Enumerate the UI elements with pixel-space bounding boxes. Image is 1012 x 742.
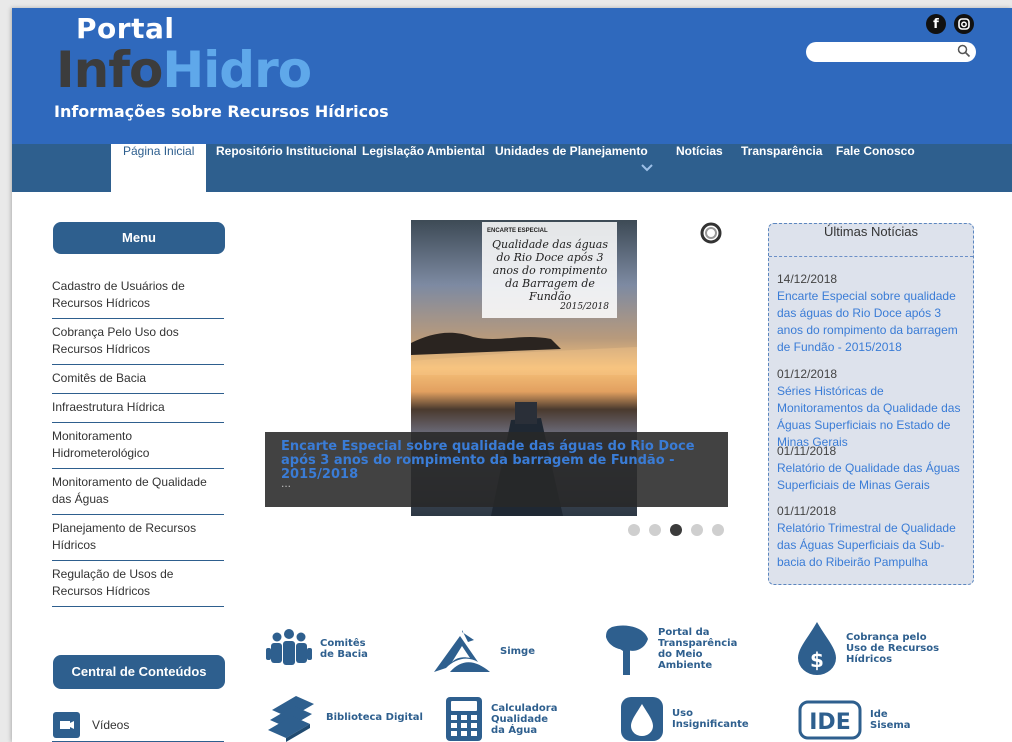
nav-item-fale-conosco[interactable]: Fale Conosco — [836, 144, 915, 192]
central-conteudos-title: Central de Conteúdos — [53, 655, 225, 689]
ide-logo-icon: IDE — [798, 700, 862, 740]
tile-label: Ide Sisema — [870, 709, 911, 731]
menu-title: Menu — [53, 222, 225, 254]
nav-item-transparencia[interactable]: Transparência — [741, 144, 822, 192]
water-drop-icon — [621, 697, 663, 741]
tile-biblioteca[interactable]: Biblioteca Digital — [266, 692, 423, 742]
tile-cobranca[interactable]: $ Cobrança pelo Uso de Recursos Hídricos — [796, 620, 946, 676]
slide-card-tag: ENCARTE ESPECIAL — [487, 228, 548, 234]
search-icon[interactable] — [957, 44, 971, 58]
slide-card-title: Qualidade das águas do Rio Doce após 3 a… — [492, 238, 608, 303]
tile-portal-transparencia[interactable]: Portal da Transparência do Meio Ambiente — [604, 623, 754, 675]
svg-text:IDE: IDE — [809, 710, 850, 735]
tile-label: Uso Insignificante — [672, 708, 749, 730]
menu-item-regulacao[interactable]: Regulação de Usos de Recursos Hídricos — [52, 566, 224, 607]
landscape-silhouette — [411, 332, 637, 375]
carousel-dot-1[interactable] — [628, 524, 640, 536]
slide-poster-card: ENCARTE ESPECIAL Qualidade das águas do … — [482, 222, 617, 318]
carousel-caption-desc: ... — [281, 476, 292, 490]
tile-simge[interactable]: Simge — [432, 628, 535, 674]
news-link[interactable]: Relatório de Qualidade das Águas Superfi… — [777, 460, 969, 494]
menu-item-comites[interactable]: Comitês de Bacia — [52, 370, 224, 394]
people-group-icon — [266, 629, 312, 665]
carousel-dot-5[interactable] — [712, 524, 724, 536]
simge-logo-icon — [434, 630, 490, 672]
tile-label: Portal da Transparência do Meio Ambiente — [658, 627, 738, 671]
latest-news-panel: Últimas Notícias 14/12/2018 Encarte Espe… — [768, 223, 974, 585]
tile-label: Biblioteca Digital — [326, 711, 423, 723]
menu-item-hidrometeorologico[interactable]: Monitoramento Hidrometerológico — [52, 428, 224, 469]
menu-item-cobranca[interactable]: Cobrança Pelo Uso dos Recursos Hídricos — [52, 324, 224, 365]
nav-item-unidades[interactable]: Unidades de Planejamento — [495, 144, 648, 192]
videos-link[interactable]: Vídeos — [92, 718, 129, 732]
news-link[interactable]: Séries Históricas de Monitoramentos da Q… — [777, 383, 969, 451]
tile-calculadora[interactable]: Calculadora Qualidade da Água — [445, 696, 561, 742]
carousel-dot-2[interactable] — [649, 524, 661, 536]
nav-item-pagina-inicial[interactable]: Página Inicial — [111, 144, 207, 192]
news-date: 14/12/2018 — [777, 272, 838, 286]
site-header: Portal InfoHidro Informações sobre Recur… — [12, 8, 1012, 144]
site-logo[interactable]: InfoHidro — [56, 41, 312, 99]
tile-comites-bacia[interactable]: Comitês de Bacia — [266, 628, 380, 670]
tile-label: Simge — [500, 645, 535, 657]
chevron-down-icon[interactable] — [641, 164, 653, 172]
logo-hidro-text: Hidro — [162, 41, 312, 99]
nav-item-noticias[interactable]: Notícias — [676, 144, 723, 192]
calculator-icon — [446, 697, 482, 741]
logo-tagline: Informações sobre Recursos Hídricos — [54, 102, 389, 121]
tile-ide-sisema[interactable]: IDE Ide Sisema — [798, 700, 920, 740]
news-panel-title: Últimas Notícias — [769, 224, 973, 257]
news-link[interactable]: Encarte Especial sobre qualidade das águ… — [777, 288, 969, 356]
news-date: 01/11/2018 — [777, 504, 837, 518]
news-link[interactable]: Relatório Trimestral de Qualidade das Ág… — [777, 520, 969, 571]
books-icon — [268, 696, 314, 742]
tile-label: Calculadora Qualidade da Água — [491, 702, 558, 736]
carousel-caption[interactable]: Encarte Especial sobre qualidade das águ… — [265, 432, 728, 507]
tree-icon — [606, 625, 648, 675]
carousel-pause-icon[interactable] — [700, 222, 722, 244]
page: Portal InfoHidro Informações sobre Recur… — [12, 8, 1012, 742]
carousel-dot-4[interactable] — [691, 524, 703, 536]
carousel-caption-title[interactable]: Encarte Especial sobre qualidade das águ… — [281, 440, 711, 482]
slide-card-year: 2015/2018 — [560, 302, 609, 312]
menu-item-cadastro[interactable]: Cadastro de Usuários de Recursos Hídrico… — [52, 278, 224, 319]
search-input[interactable] — [806, 42, 976, 62]
menu-item-infraestrutura[interactable]: Infraestrutura Hídrica — [52, 399, 224, 423]
menu-item-planejamento[interactable]: Planejamento de Recursos Hídricos — [52, 520, 224, 561]
news-date: 01/11/2018 — [777, 444, 837, 458]
facebook-icon[interactable]: f — [926, 14, 946, 34]
tile-label: Comitês de Bacia — [320, 638, 368, 660]
logo-info-text: Info — [56, 41, 163, 99]
nav-item-legislacao[interactable]: Legislação Ambiental — [362, 144, 485, 192]
tile-label: Cobrança pelo Uso de Recursos Hídricos — [846, 631, 940, 665]
video-camera-icon[interactable] — [53, 712, 80, 738]
tile-uso-insignificante[interactable]: Uso Insignificante — [620, 696, 752, 742]
main-nav: Página Inicial Repositório Institucional… — [12, 144, 1012, 192]
menu-item-qualidade-aguas[interactable]: Monitoramento de Qualidade das Águas — [52, 474, 224, 515]
video-camera-glyph — [60, 721, 74, 729]
news-date: 01/12/2018 — [777, 367, 838, 381]
svg-text:$: $ — [810, 648, 824, 672]
nav-item-repositorio[interactable]: Repositório Institucional — [216, 144, 357, 192]
instagram-icon[interactable] — [954, 14, 974, 34]
instagram-glyph — [958, 18, 970, 30]
carousel-dot-3[interactable] — [670, 524, 682, 536]
water-drop-dollar-icon: $ — [798, 622, 836, 675]
